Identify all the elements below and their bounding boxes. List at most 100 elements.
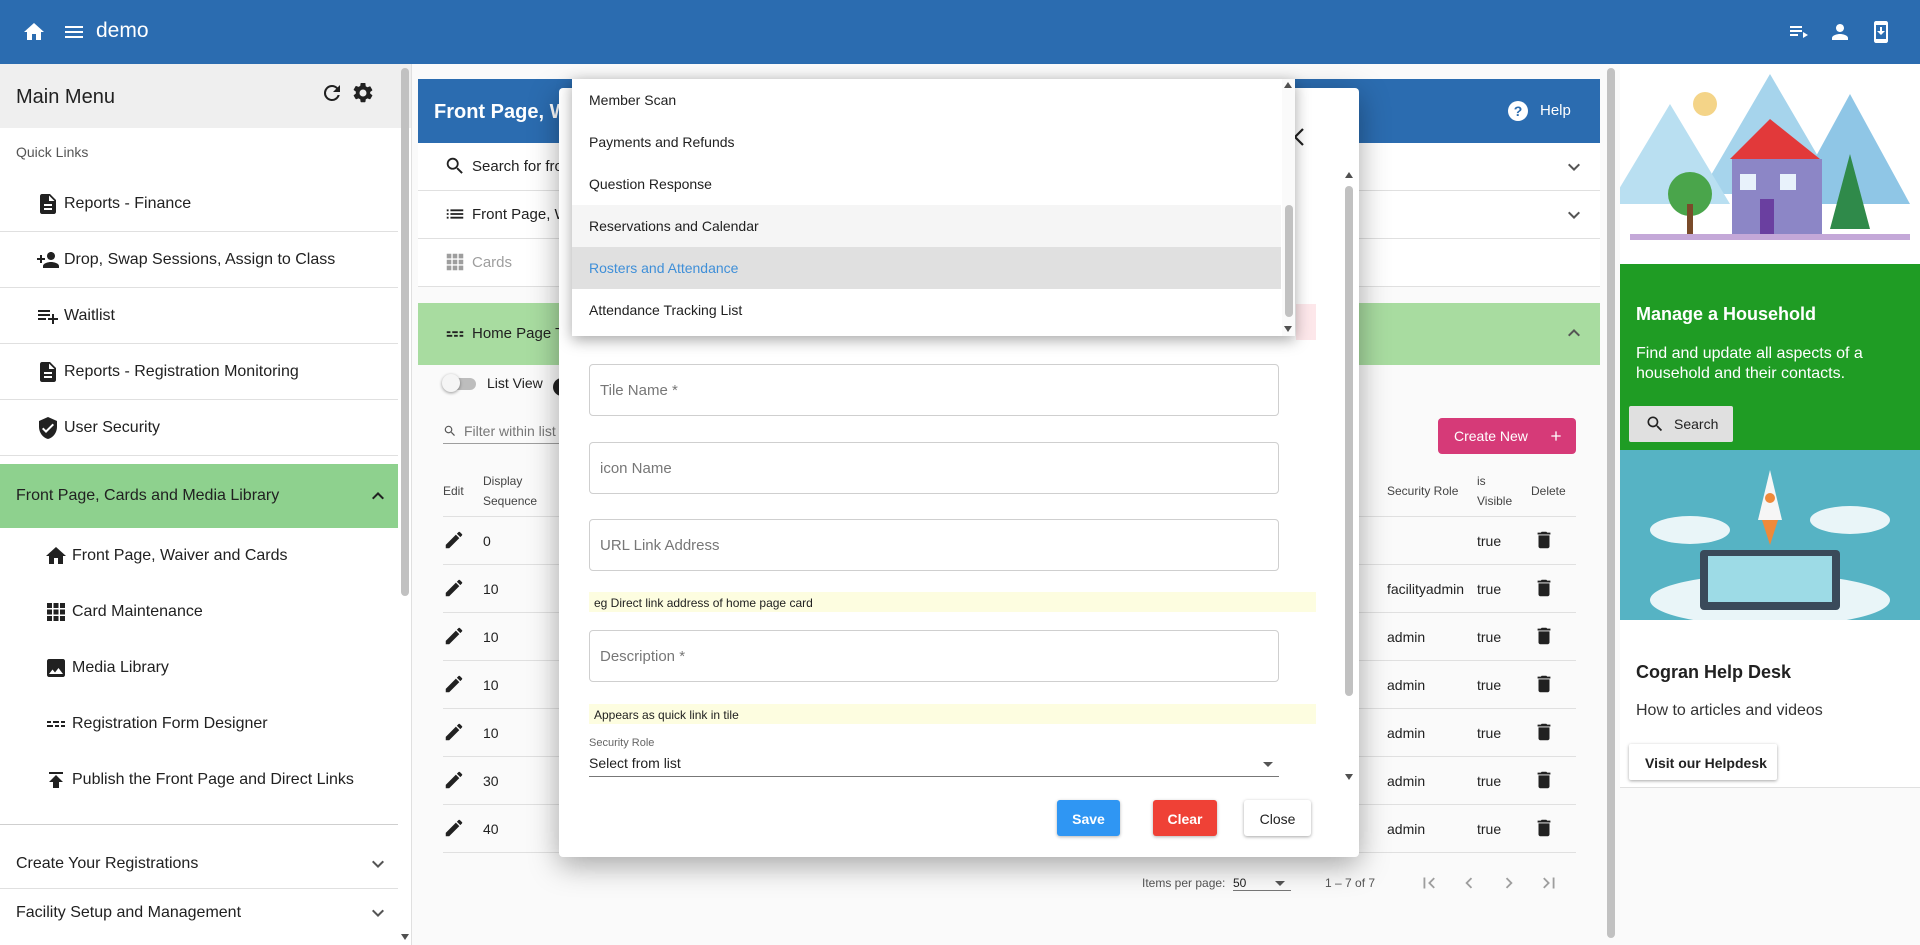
items-per-page-select[interactable]: 50 xyxy=(1233,876,1291,891)
sidebar-scrollbar[interactable] xyxy=(401,68,409,596)
shield-check-icon xyxy=(39,416,57,439)
delete-icon[interactable] xyxy=(1533,817,1555,839)
scroll-up-arrow[interactable] xyxy=(1345,172,1353,178)
delete-icon[interactable] xyxy=(1533,769,1555,791)
display-sequence-cell: 0 xyxy=(483,533,491,549)
refresh-icon[interactable] xyxy=(320,81,344,105)
list-view-toggle[interactable] xyxy=(442,374,478,392)
section-label: Facility Setup and Management xyxy=(16,903,242,921)
header-security-role[interactable]: Security Role xyxy=(1387,481,1458,501)
edit-icon[interactable] xyxy=(443,673,465,695)
gear-icon[interactable] xyxy=(351,81,375,105)
icon-dropdown-list[interactable]: Member Scan Payments and Refunds Questio… xyxy=(572,79,1295,336)
help-circle-icon[interactable]: ? xyxy=(1506,99,1530,123)
header-sequence[interactable]: Sequence xyxy=(483,491,537,511)
quick-link-label: Waitlist xyxy=(64,306,115,324)
last-page-icon[interactable] xyxy=(1538,872,1560,894)
section-label: Front Page, Cards and Media Library xyxy=(16,487,280,504)
clear-button[interactable]: Clear xyxy=(1153,800,1217,836)
edit-icon[interactable] xyxy=(443,769,465,791)
first-page-icon[interactable] xyxy=(1418,872,1440,894)
sidebar-item-publish[interactable]: Publish the Front Page and Direct Links xyxy=(0,752,398,808)
security-role-select[interactable]: Select from list xyxy=(589,753,1279,777)
dropdown-option[interactable]: Reservations and Calendar xyxy=(572,205,1281,247)
edit-icon[interactable] xyxy=(443,577,465,599)
delete-icon[interactable] xyxy=(1533,673,1555,695)
url-field[interactable]: URL Link Address xyxy=(589,519,1279,571)
help-link[interactable]: Help xyxy=(1540,102,1571,119)
dropdown-scrollbar[interactable] xyxy=(1282,79,1295,336)
delete-icon[interactable] xyxy=(1533,529,1555,551)
svg-text:?: ? xyxy=(1514,103,1523,119)
sidebar-item-media-library[interactable]: Media Library xyxy=(0,640,398,696)
description-field[interactable]: Description * xyxy=(589,630,1279,682)
main-scrollbar[interactable] xyxy=(1607,68,1615,938)
home-icon[interactable] xyxy=(22,20,46,44)
quick-link-label: Drop, Swap Sessions, Assign to Class xyxy=(64,250,336,268)
dropdown-option[interactable]: Attendance Tracking List xyxy=(572,289,1281,331)
scroll-thumb[interactable] xyxy=(1285,205,1293,317)
document-icon xyxy=(40,193,56,214)
scroll-thumb[interactable] xyxy=(1345,186,1353,696)
quick-link-drop-swap[interactable]: Drop, Swap Sessions, Assign to Class xyxy=(0,232,398,288)
dropdown-option-selected[interactable]: Rosters and Attendance xyxy=(572,247,1281,289)
scroll-up-arrow[interactable] xyxy=(1284,82,1292,88)
scroll-down-arrow[interactable] xyxy=(1284,326,1292,332)
quick-links-label: Quick Links xyxy=(16,144,89,160)
dropdown-option[interactable]: Payments and Refunds xyxy=(572,121,1281,163)
next-page-icon[interactable] xyxy=(1498,872,1520,894)
sidebar-section-create-registrations[interactable]: Create Your Registrations xyxy=(0,840,398,888)
household-search-button[interactable]: Search xyxy=(1629,406,1733,442)
helpdesk-desc: How to articles and videos xyxy=(1636,702,1823,719)
header-display[interactable]: Display xyxy=(483,471,522,491)
person-icon[interactable] xyxy=(1828,20,1852,44)
items-per-page-label: Items per page: xyxy=(1142,876,1226,890)
playlist-icon[interactable] xyxy=(1787,20,1811,44)
dropdown-option[interactable]: Member Scan xyxy=(572,79,1281,121)
row-label: Front Page, W xyxy=(472,206,569,223)
list-icon xyxy=(446,209,464,219)
chevron-down-icon xyxy=(372,909,384,917)
create-new-button[interactable]: Create New xyxy=(1438,418,1576,454)
delete-icon[interactable] xyxy=(1533,577,1555,599)
edit-icon[interactable] xyxy=(443,529,465,551)
header-is[interactable]: is xyxy=(1477,471,1486,491)
save-button[interactable]: Save xyxy=(1057,800,1120,836)
sidebar-item-front-page-waiver[interactable]: Front Page, Waiver and Cards xyxy=(0,528,398,584)
row-label: Cards xyxy=(472,254,513,271)
icon-name-field[interactable]: icon Name xyxy=(589,442,1279,494)
hamburger-menu-icon[interactable] xyxy=(62,20,86,44)
visit-helpdesk-button[interactable]: Visit our Helpdesk xyxy=(1629,744,1777,780)
edit-icon[interactable] xyxy=(443,625,465,647)
sidebar-section-facility-setup[interactable]: Facility Setup and Management xyxy=(0,888,398,936)
delete-icon[interactable] xyxy=(1533,721,1555,743)
delete-icon[interactable] xyxy=(1533,625,1555,647)
sidebar-item-registration-form-designer[interactable]: Registration Form Designer xyxy=(0,696,398,752)
grid-icon xyxy=(47,603,65,621)
sidebar-section-front-page[interactable]: Front Page, Cards and Media Library xyxy=(0,464,398,528)
dropdown-option[interactable]: Question Response xyxy=(572,163,1281,205)
mobile-download-icon[interactable] xyxy=(1869,20,1893,44)
sidebar-item-label: Card Maintenance xyxy=(72,603,203,620)
person-add-icon xyxy=(37,251,59,268)
header-delete[interactable]: Delete xyxy=(1531,481,1566,501)
quick-link-reports-registration[interactable]: Reports - Registration Monitoring xyxy=(0,344,398,400)
range-label: 1 – 7 of 7 xyxy=(1325,876,1376,890)
sidebar-item-card-maintenance[interactable]: Card Maintenance xyxy=(0,584,398,640)
filter-input[interactable]: Filter within list xyxy=(443,420,563,444)
caret-icon xyxy=(1275,881,1285,886)
close-button[interactable]: Close xyxy=(1244,800,1311,836)
quick-link-user-security[interactable]: User Security xyxy=(0,400,398,456)
scroll-down-arrow[interactable] xyxy=(1345,774,1353,780)
quick-link-waitlist[interactable]: Waitlist xyxy=(0,288,398,344)
dialog-scrollbar[interactable] xyxy=(1343,172,1355,784)
tile-name-field[interactable]: Tile Name * xyxy=(589,364,1279,416)
header-edit[interactable]: Edit xyxy=(443,481,464,501)
previous-page-icon[interactable] xyxy=(1458,872,1480,894)
edit-icon[interactable] xyxy=(443,721,465,743)
caret-icon xyxy=(1263,762,1273,767)
quick-link-reports-finance[interactable]: Reports - Finance xyxy=(0,176,398,232)
edit-icon[interactable] xyxy=(443,817,465,839)
header-visible[interactable]: Visible xyxy=(1477,491,1512,511)
scroll-down-arrow[interactable] xyxy=(401,934,409,940)
